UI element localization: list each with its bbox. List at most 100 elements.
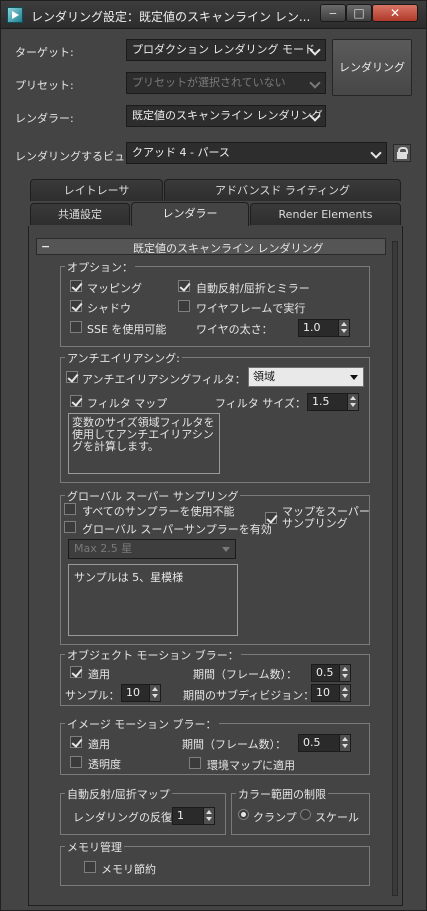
- transparency-checkbox[interactable]: [70, 756, 82, 768]
- spinner-arrows-icon[interactable]: [339, 735, 350, 751]
- rollout-toggle[interactable]: −: [41, 240, 50, 253]
- wire-thickness-spinner[interactable]: 1.0: [298, 319, 350, 337]
- preset-label: プリセット:: [15, 79, 74, 92]
- image-blur-apply-label: 適用: [88, 738, 110, 751]
- sse-label: SSE を使用可能: [87, 323, 167, 336]
- render-iterations-value: 1: [177, 809, 184, 822]
- minimize-button[interactable]: ‒: [320, 4, 346, 22]
- object-subdiv-spinner[interactable]: 10: [311, 684, 351, 702]
- view-dropdown[interactable]: クアッド 4 - パース: [126, 142, 387, 164]
- filter-size-spinner[interactable]: 1.5: [307, 393, 359, 411]
- preset-dropdown[interactable]: プリセットが選択されていない: [126, 72, 326, 94]
- filter-maps-checkbox[interactable]: [70, 395, 82, 407]
- sampler-info: サンプルは 5、星模様: [68, 564, 238, 636]
- transparency-label: 透明度: [88, 758, 121, 771]
- tab-advanced-lighting[interactable]: アドバンスド ライティング: [164, 179, 401, 201]
- view-value: クアッド 4 - パース: [132, 146, 230, 159]
- lock-icon[interactable]: [393, 144, 411, 162]
- filter-size-value: 1.5: [312, 395, 330, 408]
- object-subdiv-value: 10: [316, 686, 330, 699]
- object-blur-apply-label: 適用: [88, 668, 110, 681]
- object-samples-label: サンプル：: [65, 689, 120, 702]
- filter-dropdown[interactable]: 領域: [248, 367, 364, 387]
- scale-radio[interactable]: [300, 809, 311, 820]
- global-supersampling-title: グローバル スーパー サンプリング: [65, 488, 241, 504]
- close-button[interactable]: ✕: [372, 4, 418, 22]
- sampler-value: Max 2.5 星: [74, 542, 133, 555]
- image-blur-apply-checkbox[interactable]: [70, 736, 82, 748]
- sse-checkbox[interactable]: [70, 321, 82, 333]
- tab-render-elements[interactable]: Render Elements: [250, 203, 401, 225]
- env-map-checkbox[interactable]: [189, 757, 201, 769]
- filter-size-label: フィルタ サイズ：: [215, 397, 306, 410]
- spinner-arrows-icon[interactable]: [347, 394, 358, 410]
- clamp-radio[interactable]: [238, 809, 249, 820]
- options-title: オプション：: [65, 259, 135, 275]
- tab-raytracer[interactable]: レイトレーサ: [30, 179, 163, 201]
- auto-reflect-checkbox[interactable]: [178, 280, 190, 292]
- render-button[interactable]: レンダリング: [332, 39, 412, 96]
- chevron-down-icon: [370, 145, 384, 161]
- target-label: ターゲット:: [15, 46, 74, 59]
- render-setup-window: レンダリング設定：既定値のスキャンライン レン... ‒ □ ✕ ターゲット: …: [0, 0, 427, 911]
- mapping-label: マッピング: [87, 282, 142, 295]
- enable-global-supersampler-checkbox[interactable]: [64, 521, 76, 533]
- enable-global-supersampler-label: グローバル スーパーサンプラーを有効: [82, 523, 272, 536]
- image-duration-spinner[interactable]: 0.5: [298, 734, 351, 752]
- image-duration-label: 期間（フレーム数）：: [182, 738, 287, 751]
- auto-reflect-map-title: 自動反射/屈折マップ: [65, 786, 172, 802]
- wire-thickness-label: ワイヤの太さ：: [196, 323, 273, 336]
- triangle-down-icon: [222, 547, 230, 552]
- view-label: レンダリングするビュー:: [15, 150, 140, 163]
- antialias-checkbox[interactable]: [66, 371, 78, 383]
- object-duration-value: 0.5: [316, 666, 334, 679]
- object-samples-spinner[interactable]: 10: [121, 684, 161, 702]
- renderer-value: 既定値のスキャンライン レンダリング: [132, 109, 323, 122]
- renderer-dropdown[interactable]: 既定値のスキャンライン レンダリング: [126, 105, 326, 127]
- memory-title: メモリ管理: [65, 839, 124, 855]
- chevron-down-icon: [309, 42, 323, 58]
- wire-thickness-value: 1.0: [303, 321, 321, 334]
- wireframe-label: ワイヤフレームで実行: [196, 302, 306, 315]
- wireframe-checkbox[interactable]: [178, 300, 190, 312]
- env-map-label: 環境マップに適用: [207, 759, 295, 772]
- shadow-checkbox[interactable]: [70, 300, 82, 312]
- target-value: プロダクション レンダリング モード: [132, 43, 315, 56]
- object-duration-spinner[interactable]: 0.5: [311, 664, 351, 682]
- triangle-down-icon: [350, 375, 358, 380]
- tab-common[interactable]: 共通設定: [30, 203, 130, 225]
- supersample-maps-checkbox[interactable]: [265, 512, 277, 524]
- object-blur-apply-checkbox[interactable]: [70, 666, 82, 678]
- filter-label: フィルタ：: [191, 373, 246, 386]
- app-icon: [7, 7, 23, 23]
- renderer-label: レンダラー:: [15, 112, 74, 125]
- spinner-arrows-icon[interactable]: [203, 808, 214, 824]
- panel-scrollbar[interactable]: [392, 241, 398, 896]
- auto-reflect-label: 自動反射/屈折とミラー: [196, 282, 310, 295]
- disable-all-samplers-checkbox[interactable]: [64, 503, 76, 515]
- render-iterations-spinner[interactable]: 1: [172, 807, 215, 825]
- supersample-maps-label: マップをスーパーサンプリング: [282, 505, 370, 530]
- spinner-arrows-icon[interactable]: [339, 665, 350, 681]
- shadow-label: シャドウ: [87, 302, 131, 315]
- conserve-memory-label: メモリ節約: [101, 863, 156, 876]
- maximize-button[interactable]: □: [346, 4, 372, 22]
- rollout-title: 既定値のスキャンライン レンダリング: [133, 242, 324, 255]
- filter-value: 領域: [253, 370, 275, 383]
- spinner-arrows-icon[interactable]: [149, 685, 160, 701]
- target-dropdown[interactable]: プロダクション レンダリング モード: [126, 39, 326, 61]
- rollout-header[interactable]: − 既定値のスキャンライン レンダリング: [36, 238, 386, 255]
- chevron-down-icon: [309, 108, 323, 124]
- mapping-checkbox[interactable]: [70, 280, 82, 292]
- conserve-memory-checkbox[interactable]: [84, 861, 96, 873]
- tab-renderer[interactable]: レンダラー: [131, 202, 249, 226]
- preset-value: プリセットが選択されていない: [132, 76, 286, 89]
- antialias-label: アンチエイリアシング: [82, 373, 192, 386]
- scale-label: スケール: [315, 811, 359, 824]
- title-bar[interactable]: レンダリング設定：既定値のスキャンライン レン... ‒ □ ✕: [1, 1, 426, 29]
- chevron-down-icon: [309, 75, 323, 91]
- sampler-dropdown[interactable]: Max 2.5 星: [68, 539, 236, 559]
- render-iterations-label: レンダリングの反復：: [73, 811, 183, 824]
- spinner-arrows-icon[interactable]: [338, 320, 349, 336]
- spinner-arrows-icon[interactable]: [339, 685, 350, 701]
